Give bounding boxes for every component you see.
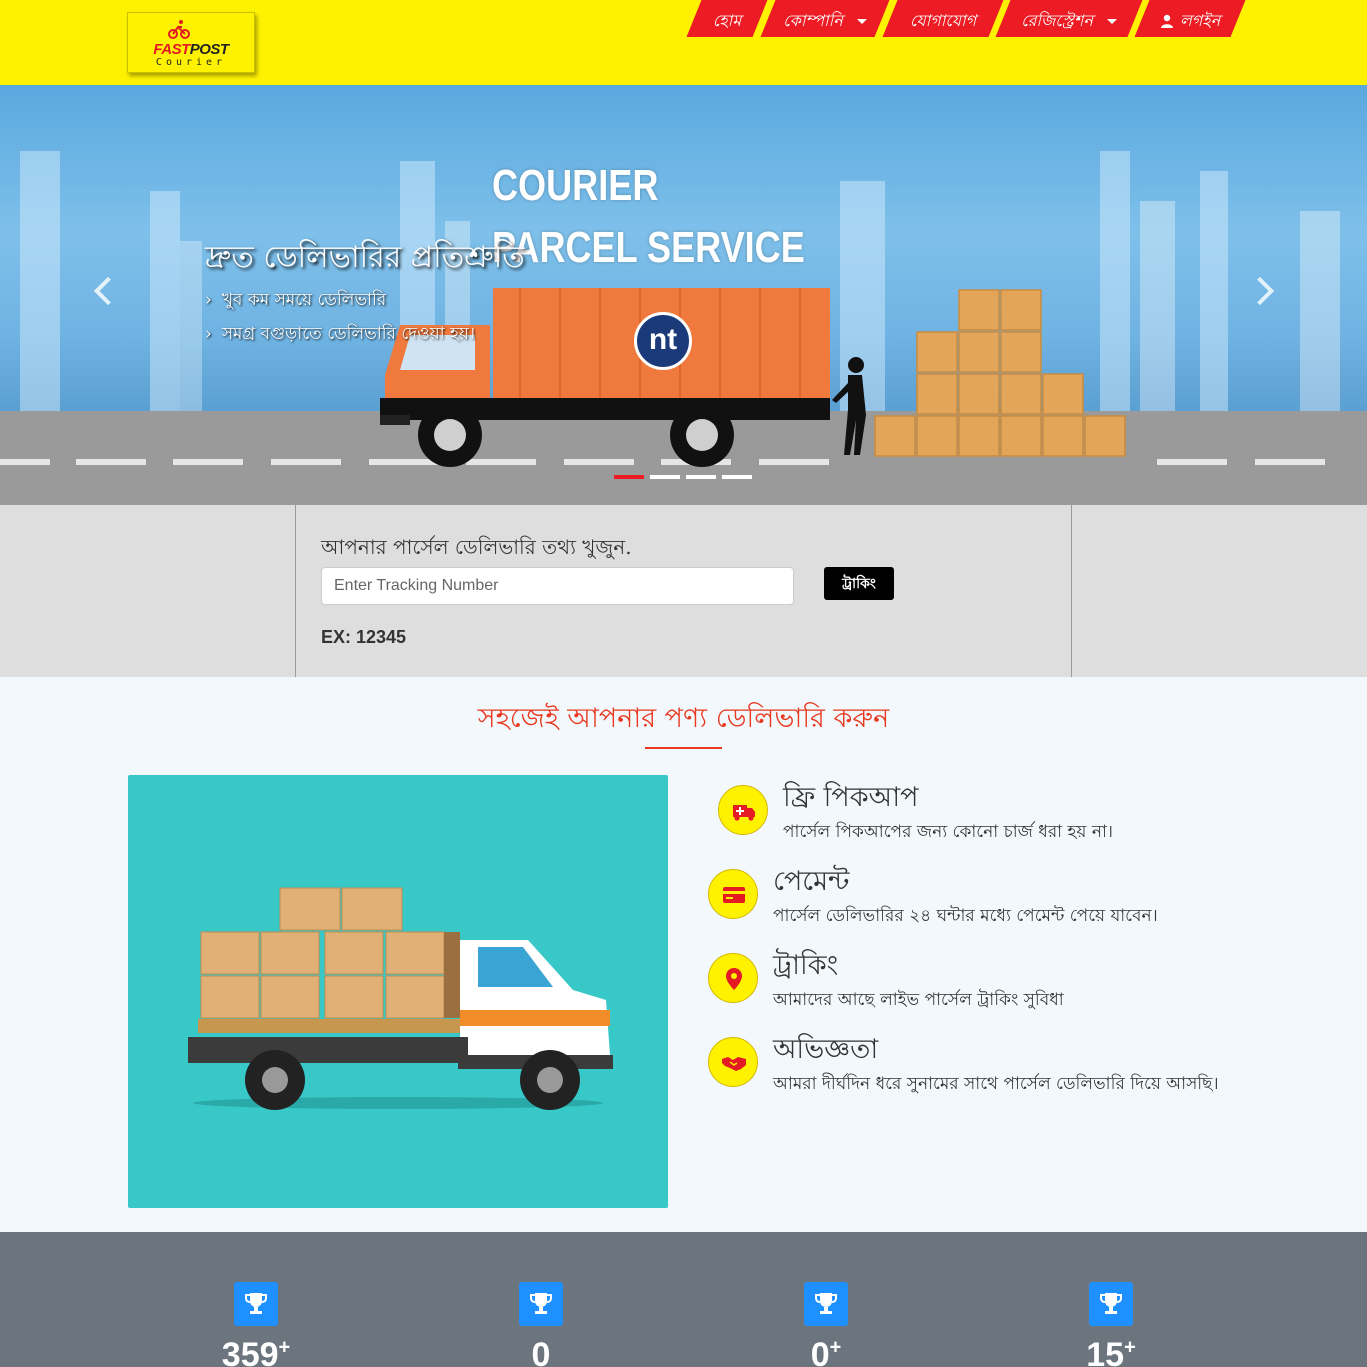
- map-marker-icon: [726, 968, 742, 990]
- chevron-down-icon: [1106, 19, 1117, 24]
- stat-value: 359+: [221, 1336, 291, 1367]
- hero-image-text: COURIER PARCEL SERVICE: [492, 161, 805, 272]
- feature-description: আমাদের আছে লাইভ পার্সেল ট্রাকিং সুবিধা: [773, 990, 1064, 1010]
- carousel-indicator-4[interactable]: [722, 475, 752, 479]
- nav-login[interactable]: লগইন: [1134, 0, 1246, 37]
- worker-illustration: [832, 357, 866, 455]
- title-underline: [645, 747, 722, 749]
- carousel-indicator-2[interactable]: [650, 475, 680, 479]
- hero-heading: দ্রুত ডেলিভারির প্রতিশ্রুতি: [205, 240, 525, 275]
- feature-title: ট্রাকিং: [773, 950, 839, 981]
- stat-value: 0: [531, 1336, 551, 1367]
- tracking-box: আপনার পার্সেল ডেলিভারি তথ্য খুজুন. ট্রাক…: [295, 505, 1072, 677]
- hero-carousel: COURIER PARCEL SERVICE nt দ্রুত ডেলিভারি…: [0, 85, 1367, 505]
- feature-description: পার্সেল ডেলিভারির ২৪ ঘন্টার মধ্যে পেমেন্…: [773, 906, 1158, 926]
- hero-bullet: › খুব কম সময়ে ডেলিভারি: [205, 290, 387, 310]
- brand-name: FASTPOST: [153, 41, 229, 58]
- truck-logo: nt: [634, 312, 692, 370]
- nav-contact[interactable]: যোগাযোগ: [882, 0, 1004, 37]
- feature-title: পেমেন্ট: [773, 866, 850, 897]
- feature-title: অভিজ্ঞতা: [773, 1034, 879, 1065]
- credit-card-icon: [723, 887, 745, 903]
- tracking-section: আপনার পার্সেল ডেলিভারি তথ্য খুজুন. ট্রাক…: [0, 505, 1367, 677]
- site-header: FASTPOST Courier হোম কোম্পানি যোগাযোগ রে…: [0, 0, 1367, 85]
- feature-title: ফ্রি পিকআপ: [783, 782, 919, 813]
- boxes-illustration: [874, 289, 1126, 457]
- tracking-number-input[interactable]: [321, 567, 794, 605]
- truck-illustration: [380, 288, 830, 467]
- stat-value: 0+: [810, 1336, 842, 1367]
- hero-bullet: › সমগ্র বগুড়াতে ডেলিভারি দেওয়া হয়।: [205, 324, 476, 344]
- trophy-icon: [1100, 1293, 1122, 1314]
- user-icon: [1160, 14, 1173, 28]
- carousel-indicator-3[interactable]: [686, 475, 716, 479]
- nav-company[interactable]: কোম্পানি: [760, 0, 890, 37]
- stat-value: 15+: [1086, 1336, 1136, 1367]
- feature-description: পার্সেল পিকআপের জন্য কোনো চার্জ ধরা হয় …: [783, 822, 1114, 842]
- trophy-icon: [530, 1293, 552, 1314]
- chevron-down-icon: [856, 19, 867, 24]
- carousel-indicator-1[interactable]: [614, 475, 644, 479]
- carousel-prev-icon[interactable]: [93, 276, 123, 306]
- delivery-truck-image: [128, 775, 668, 1208]
- tracking-example: EX: 12345: [321, 627, 407, 647]
- feature-description: আমরা দীর্ঘদিন ধরে সুনামের সাথে পার্সেল ড…: [773, 1074, 1219, 1094]
- brand-logo[interactable]: FASTPOST Courier: [127, 12, 255, 73]
- ambulance-icon: [733, 805, 755, 821]
- bicycle-icon: [168, 20, 190, 39]
- handshake-icon: [722, 1057, 746, 1071]
- tracking-title: আপনার পার্সেল ডেলিভারি তথ্য খুজুন.: [321, 535, 632, 559]
- features-title: সহজেই আপনার পণ্য ডেলিভারি করুন: [477, 703, 890, 734]
- tracking-button[interactable]: ট্রাকিং: [824, 567, 894, 600]
- trophy-icon: [815, 1293, 837, 1314]
- nav-home[interactable]: হোম: [686, 0, 768, 37]
- trophy-icon: [245, 1293, 267, 1314]
- nav-registration[interactable]: রেজিস্ট্রেশন: [995, 0, 1143, 37]
- stats-section: 359+ 0 0+ 15+: [0, 1232, 1367, 1367]
- carousel-next-icon[interactable]: [1245, 276, 1275, 306]
- brand-tagline: Courier: [155, 57, 227, 68]
